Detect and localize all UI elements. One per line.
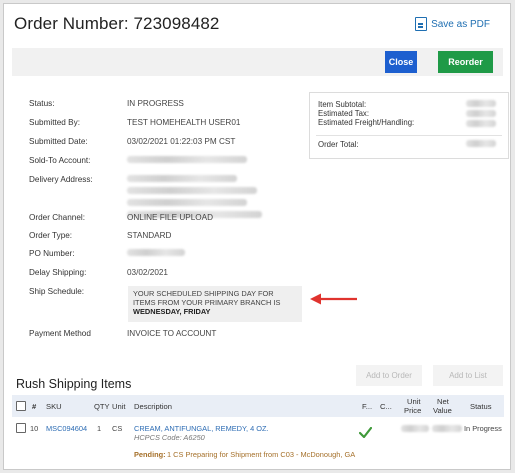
- field-label: Sold-To Account:: [29, 156, 91, 165]
- field-label: Payment Method: [29, 329, 91, 338]
- action-toolbar: [12, 48, 503, 76]
- col-status: Status: [470, 402, 492, 411]
- field-label: Submitted Date:: [29, 137, 88, 146]
- row-status: In Progress: [464, 424, 502, 433]
- field-label: Delivery Address:: [29, 175, 93, 184]
- row-qty: 1: [97, 424, 102, 433]
- col-qty: QTY: [94, 402, 110, 411]
- col-sku: SKU: [46, 402, 62, 411]
- row-checkbox[interactable]: [16, 423, 26, 433]
- order-total-label: Order Total:: [318, 140, 359, 149]
- estimated-freight-label: Estimated Freight/Handling:: [318, 118, 415, 127]
- totals-divider: [316, 135, 502, 136]
- ship-schedule-text: YOUR SCHEDULED SHIPPING DAY FOR ITEMS FR…: [133, 289, 281, 307]
- row-num: 10: [30, 424, 39, 433]
- redacted-amount: [466, 100, 496, 107]
- add-to-order-button[interactable]: Add to Order: [356, 365, 422, 386]
- save-as-pdf-label: Save as PDF: [431, 18, 490, 30]
- redacted-value: [127, 156, 247, 165]
- pdf-document-icon: [415, 17, 428, 31]
- col-unit-price-1: Unit: [407, 397, 421, 406]
- field-value: ONLINE FILE UPLOAD: [127, 213, 213, 222]
- redacted-amount: [466, 140, 496, 147]
- col-unit: Unit: [112, 402, 126, 411]
- row-unit: CS: [112, 424, 123, 433]
- field-label: Delay Shipping:: [29, 268, 87, 277]
- order-totals-panel: Item Subtotal: Estimated Tax: Estimated …: [309, 92, 509, 159]
- col-num: #: [32, 402, 37, 411]
- field-value: STANDARD: [127, 231, 172, 240]
- item-subtotal-label: Item Subtotal:: [318, 100, 367, 109]
- pending-detail: 1 CS Preparing for Shipment from C03 - M…: [167, 450, 356, 459]
- add-to-list-button[interactable]: Add to List: [433, 365, 503, 386]
- ship-schedule-days: WEDNESDAY, FRIDAY: [133, 307, 211, 316]
- ship-schedule-notice: YOUR SCHEDULED SHIPPING DAY FOR ITEMS FR…: [128, 286, 302, 322]
- red-arrow-icon: [310, 293, 357, 305]
- field-value: INVOICE TO ACCOUNT: [127, 329, 217, 338]
- field-label: Order Channel:: [29, 213, 85, 222]
- field-label: Ship Schedule:: [29, 287, 85, 296]
- select-all-checkbox[interactable]: [16, 401, 26, 411]
- field-label: Status:: [29, 99, 55, 108]
- field-value: 03/02/2021: [127, 268, 168, 277]
- field-label: PO Number:: [29, 249, 75, 258]
- col-net-value-1: Net: [437, 397, 449, 406]
- sku-link[interactable]: MSC094604: [46, 424, 87, 433]
- product-description-link[interactable]: CREAM, ANTIFUNGAL, REMEDY, 4 OZ.: [134, 424, 269, 433]
- checkmark-icon: [359, 427, 372, 438]
- redacted-amount: [466, 110, 496, 117]
- hcpcs-code: HCPCS Code: A6250: [134, 433, 205, 442]
- col-unit-price-2: Price: [404, 406, 422, 415]
- estimated-tax-label: Estimated Tax:: [318, 109, 369, 118]
- redacted-address: [127, 175, 262, 218]
- pending-label: Pending:: [134, 450, 166, 459]
- close-button[interactable]: Close: [385, 51, 417, 73]
- save-as-pdf-link[interactable]: Save as PDF: [415, 17, 490, 31]
- field-delivery-address: Delivery Address:: [29, 175, 319, 218]
- redacted-value: [127, 249, 185, 258]
- field-value: 03/02/2021 01:22:03 PM CST: [127, 137, 236, 146]
- table-row: 10 MSC094604 1 CS CREAM, ANTIFUNGAL, REM…: [12, 417, 504, 465]
- field-value: IN PROGRESS: [127, 99, 184, 108]
- col-net-value-2: Value: [433, 406, 452, 415]
- col-c: C...: [380, 402, 392, 411]
- page-title: Order Number: 723098482: [14, 14, 220, 33]
- col-f: F...: [362, 402, 373, 411]
- col-description: Description: [134, 402, 172, 411]
- field-label: Submitted By:: [29, 118, 80, 127]
- redacted-unit-price: [401, 425, 429, 432]
- redacted-net-value: [432, 425, 462, 432]
- field-label: Order Type:: [29, 231, 73, 240]
- field-value: TEST HOMEHEALTH USER01: [127, 118, 241, 127]
- items-table-header: # SKU QTY Unit Description F... C... Uni…: [12, 395, 504, 417]
- reorder-button[interactable]: Reorder: [438, 51, 493, 73]
- order-details-page: Order Number: 723098482 Save as PDF Clos…: [3, 3, 511, 470]
- redacted-amount: [466, 120, 496, 127]
- section-title: Rush Shipping Items: [16, 377, 132, 391]
